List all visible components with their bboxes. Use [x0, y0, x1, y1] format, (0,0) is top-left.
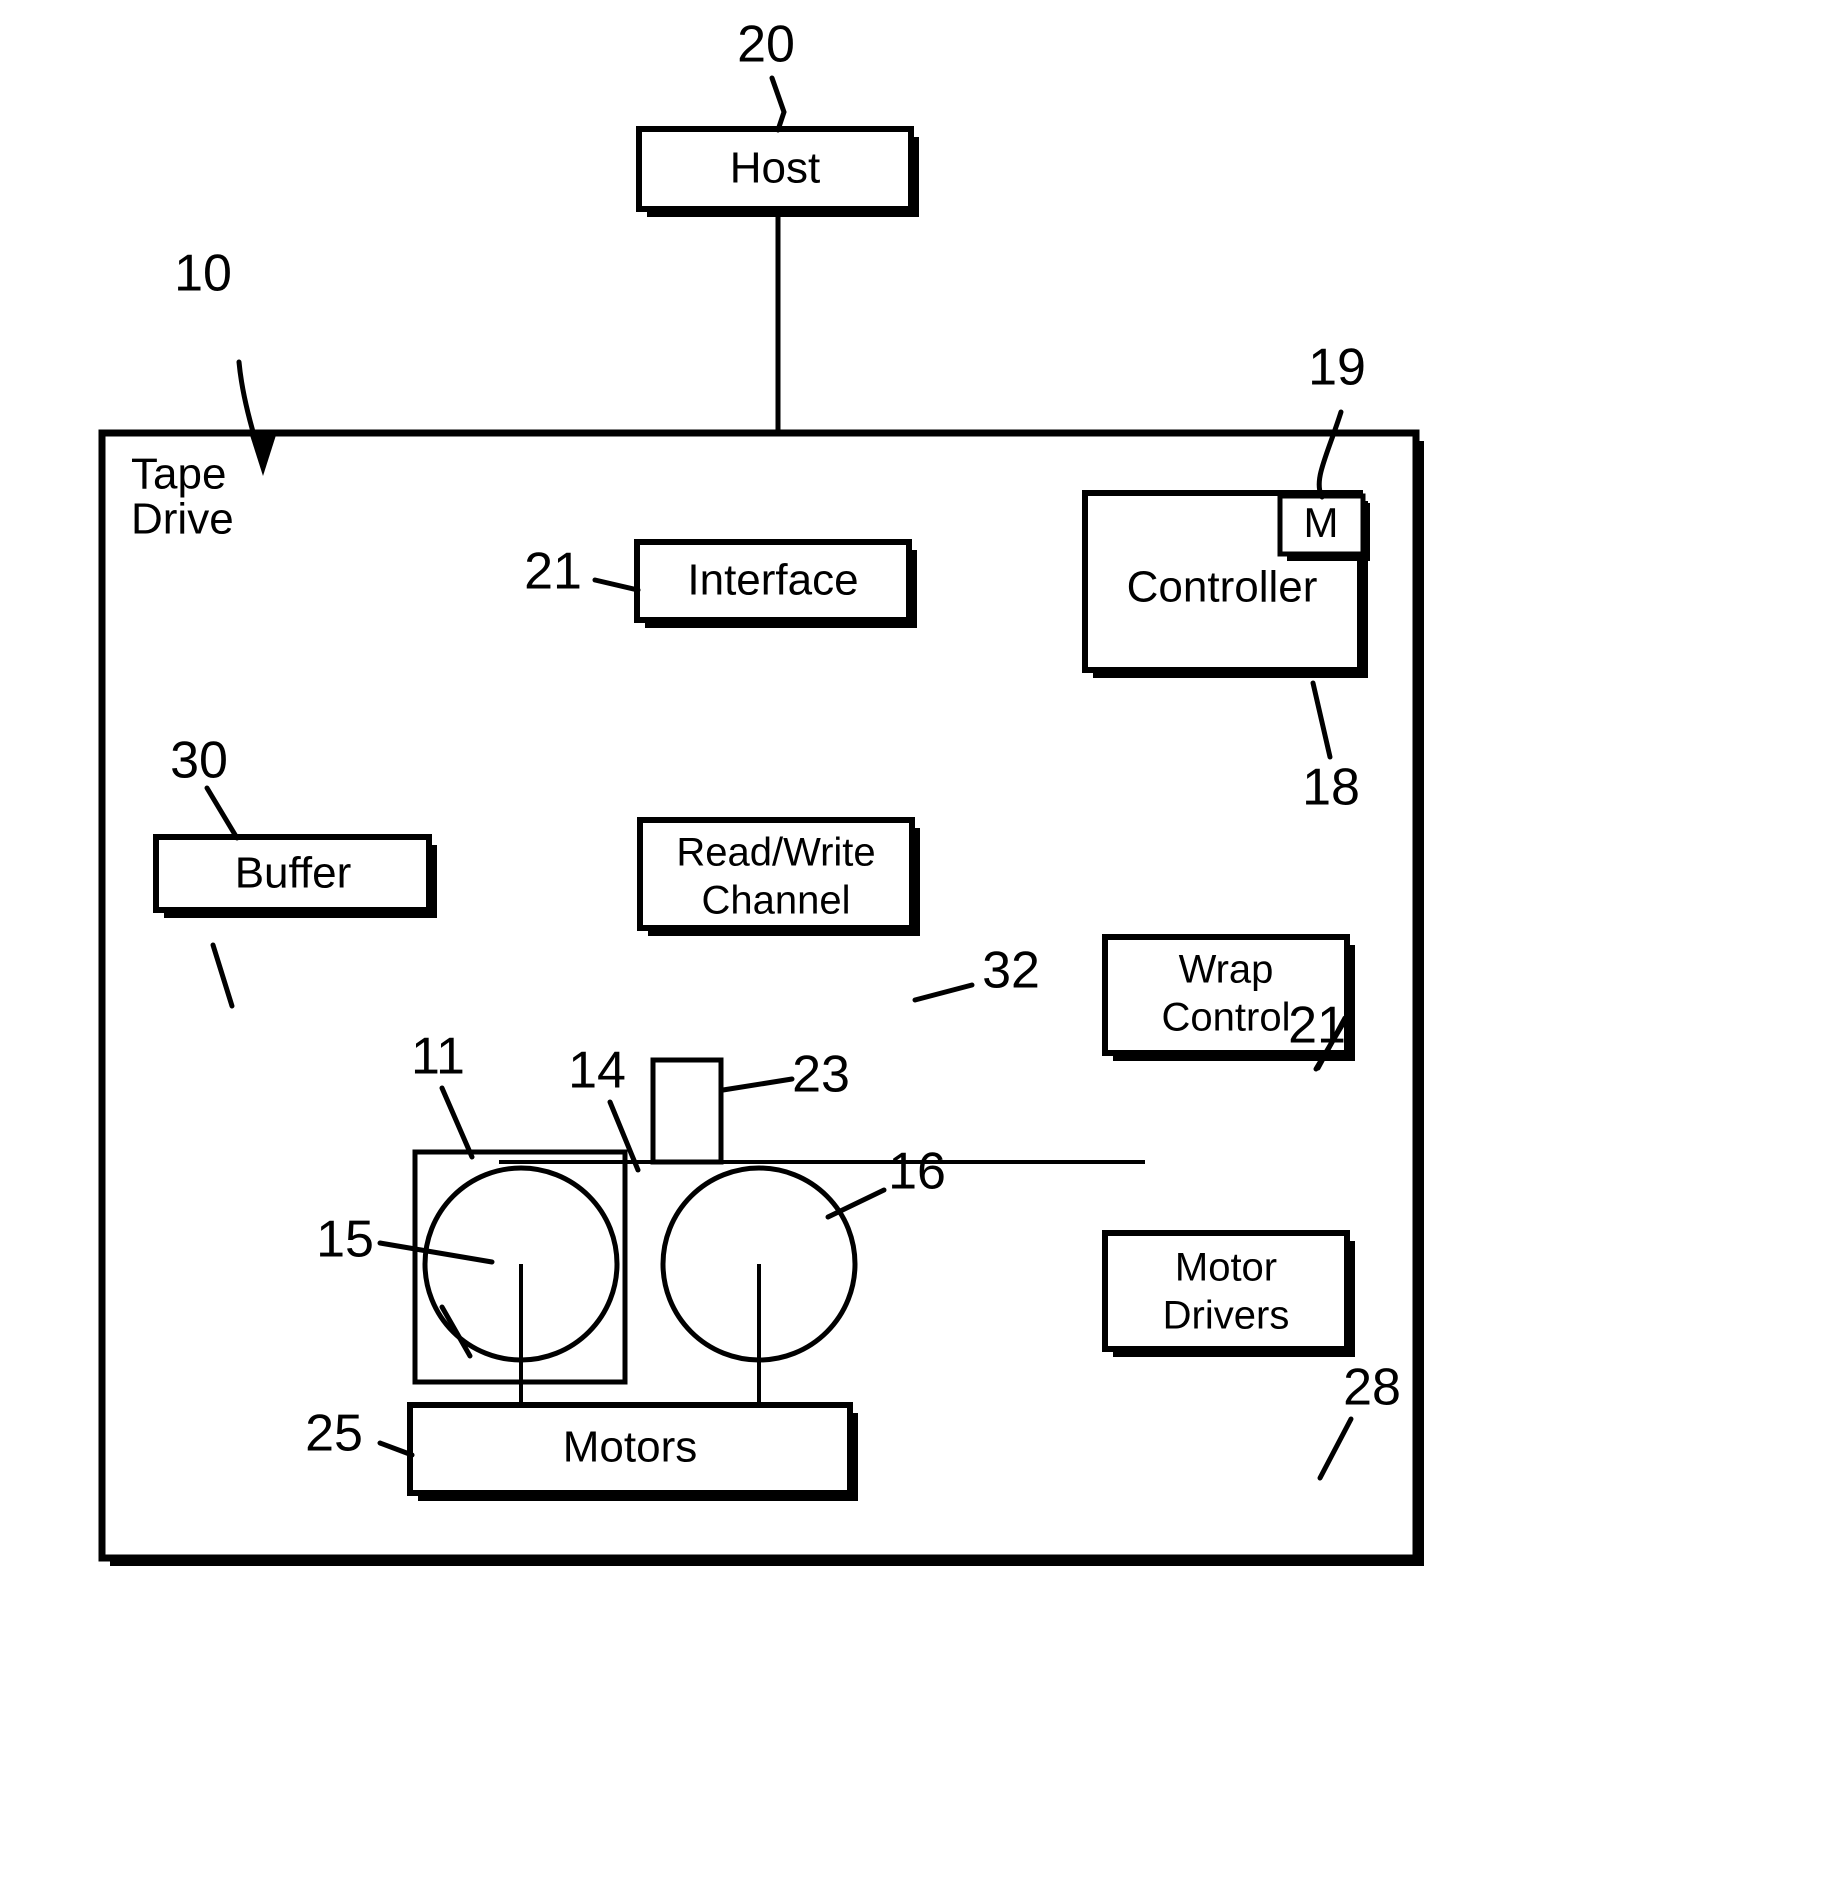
ref-21-wrapcontrol-text: 21 [1288, 997, 1346, 1055]
enclosure-label-line2: Drive [131, 495, 234, 544]
block-controller[interactable]: Controller M [1082, 490, 1370, 678]
motordrivers-label-line2: Drivers [1163, 1294, 1290, 1338]
block-read-write-channel[interactable]: Read/Write Channel [637, 817, 920, 936]
wrapcontrol-label-line2: Control [1162, 996, 1291, 1040]
ref-21-interface-text: 21 [524, 543, 582, 601]
ref-14-text: 14 [568, 1042, 626, 1100]
rwchannel-label-line1: Read/Write [676, 831, 875, 875]
head-fill [653, 1060, 721, 1162]
ref-25-text: 25 [305, 1405, 363, 1463]
block-buffer[interactable]: Buffer [153, 834, 437, 918]
block-motor-drivers[interactable]: Motor Drivers [1102, 1230, 1355, 1357]
buffer-label: Buffer [235, 849, 352, 898]
ref-18-text: 18 [1302, 759, 1360, 817]
enclosure-label-line1: Tape [131, 450, 226, 499]
block-host[interactable]: Host [636, 126, 919, 217]
block-interface[interactable]: Interface [634, 539, 917, 628]
ref-16-text: 16 [888, 1143, 946, 1201]
ref-10-text: 10 [174, 245, 232, 303]
motordrivers-label-line1: Motor [1175, 1246, 1277, 1290]
memory-label: M [1304, 499, 1339, 546]
block-motors[interactable]: Motors [407, 1402, 858, 1501]
ref-19-text: 19 [1308, 339, 1366, 397]
ref-20-text: 20 [737, 16, 795, 74]
ref-15-text: 15 [316, 1211, 374, 1269]
ref-32-text: 32 [982, 942, 1040, 1000]
ref-28-text: 28 [1343, 1359, 1401, 1417]
ref-20-leader [769, 75, 787, 133]
ref-11-text: 11 [411, 1028, 465, 1086]
ref-20: 20 [737, 16, 795, 133]
block-diagram-svg: Host 20 Tape Drive 10 Interface 21 Contr… [0, 0, 1834, 1886]
host-label: Host [730, 144, 820, 193]
interface-label: Interface [687, 556, 858, 605]
motors-label: Motors [563, 1423, 697, 1472]
ref-23-text: 23 [792, 1046, 850, 1104]
ref-30-text: 30 [170, 732, 228, 790]
block-head[interactable] [650, 1057, 724, 1165]
block-controller-memory[interactable]: M [1277, 493, 1370, 561]
patent-figure: Host 20 Tape Drive 10 Interface 21 Contr… [0, 0, 1834, 1886]
rwchannel-label-line2: Channel [701, 879, 850, 923]
controller-label: Controller [1127, 563, 1318, 612]
wrapcontrol-label-line1: Wrap [1179, 948, 1274, 992]
